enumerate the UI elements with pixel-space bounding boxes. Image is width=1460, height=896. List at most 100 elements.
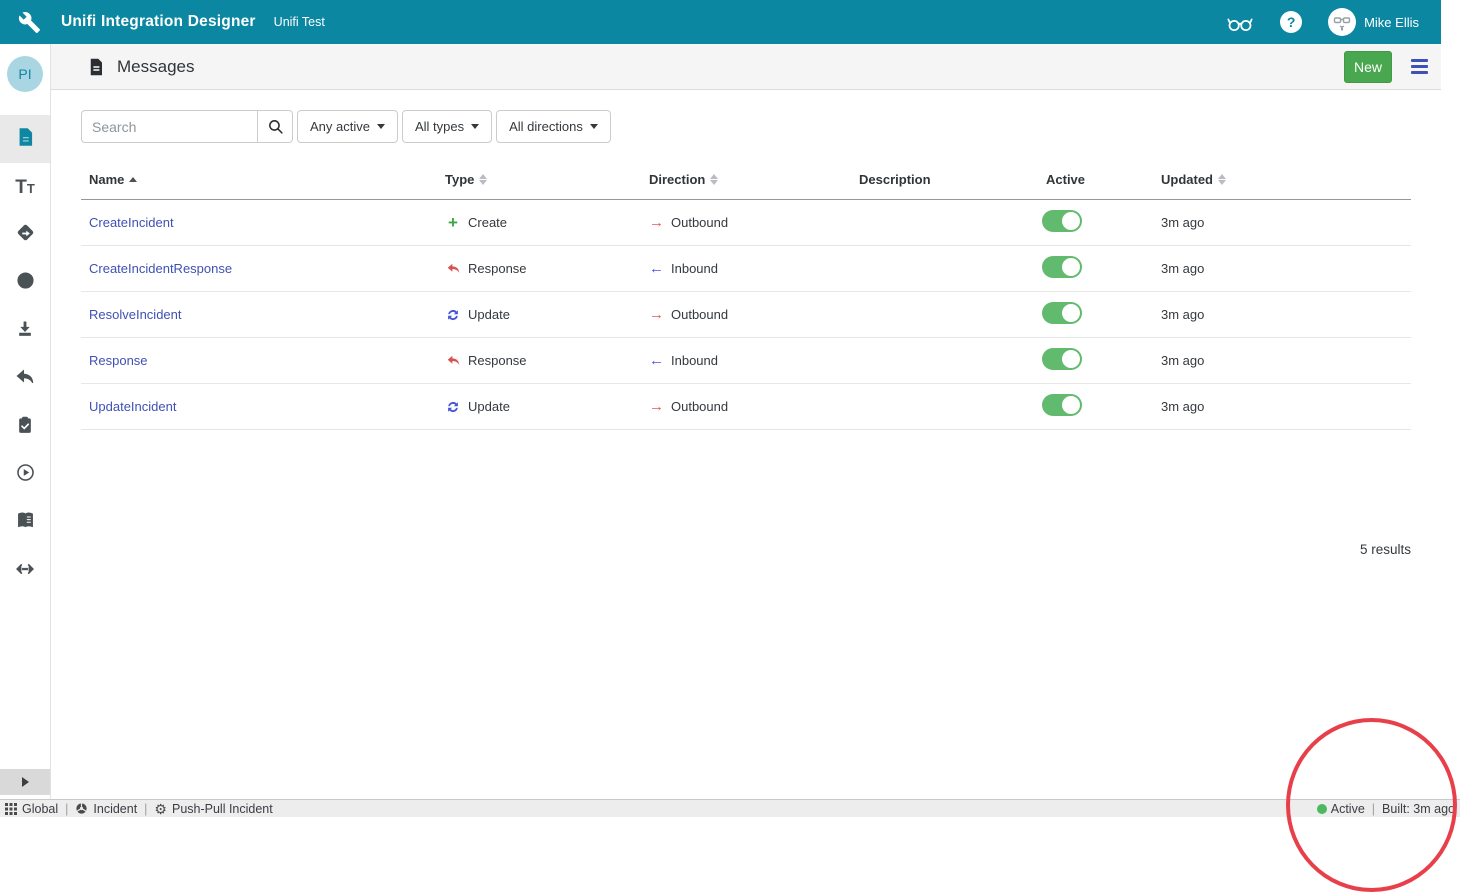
table-row: ResolveIncident + Update → ← Outbound: [81, 292, 1411, 338]
messages-page-icon: [87, 57, 105, 77]
search-input[interactable]: [81, 110, 257, 143]
new-button[interactable]: New: [1344, 51, 1392, 83]
user-avatar[interactable]: [1328, 8, 1356, 36]
active-filter-label: Any active: [310, 119, 370, 134]
separator: |: [65, 802, 68, 816]
sidebar-item-tasks[interactable]: [0, 403, 50, 451]
sidebar-item-history[interactable]: [0, 259, 50, 307]
table-row: CreateIncident + Create → ← Outbound 3: [81, 200, 1411, 246]
sidebar-nav: TT: [0, 115, 50, 595]
sort-icon: [710, 174, 718, 185]
messages-document-icon: [15, 127, 35, 152]
column-header-active: Active: [1042, 172, 1161, 187]
main-content: Any active All types All directions Name…: [51, 90, 1441, 799]
sidebar-item-responses[interactable]: [0, 355, 50, 403]
caret-down-icon: [471, 124, 479, 129]
updated-cell: 3m ago: [1161, 261, 1411, 276]
active-filter-dropdown[interactable]: Any active: [297, 110, 398, 143]
sort-icon: [479, 174, 487, 185]
active-toggle[interactable]: [1042, 210, 1082, 232]
table-row: UpdateIncident + Update → ← Outbound 3: [81, 384, 1411, 430]
message-name-link[interactable]: Response: [89, 353, 148, 368]
column-header-direction[interactable]: Direction: [649, 172, 859, 187]
active-toggle[interactable]: [1042, 394, 1082, 416]
book-icon: [15, 510, 36, 536]
separator: |: [144, 802, 147, 816]
message-name-link[interactable]: UpdateIncident: [89, 399, 176, 414]
direction-label: Inbound: [671, 261, 718, 276]
message-name-link[interactable]: CreateIncidentResponse: [89, 261, 232, 276]
preview-glasses-icon[interactable]: [1226, 10, 1254, 34]
type-filter-dropdown[interactable]: All types: [402, 110, 492, 143]
column-header-type[interactable]: Type: [445, 172, 649, 187]
incident-wheel-icon: [75, 802, 88, 815]
sidebar-expand-button[interactable]: [0, 769, 50, 795]
status-label: Active: [1331, 802, 1365, 816]
menu-hamburger-icon[interactable]: [1411, 55, 1428, 79]
messages-table: Name Type Direction Description Active: [81, 160, 1411, 430]
type-label: Update: [468, 399, 510, 414]
create-plus-icon: +: [445, 214, 461, 231]
separator: |: [1372, 802, 1375, 816]
column-header-description: Description: [859, 172, 1042, 187]
sidebar-item-run[interactable]: [0, 451, 50, 499]
clipboard-check-icon: [15, 415, 35, 440]
updated-cell: 3m ago: [1161, 399, 1411, 414]
direction-filter-dropdown[interactable]: All directions: [496, 110, 611, 143]
caret-down-icon: [590, 124, 598, 129]
statusbar-process[interactable]: Incident: [75, 802, 137, 816]
integration-avatar[interactable]: PI: [7, 56, 43, 92]
integration-name: Unifi Test: [274, 15, 325, 29]
direction-label: Inbound: [671, 353, 718, 368]
expand-arrow-icon: [22, 777, 29, 787]
column-header-name[interactable]: Name: [81, 172, 445, 187]
statusbar-integration[interactable]: ⚙ Push-Pull Incident: [154, 802, 272, 816]
direction-label: Outbound: [671, 307, 728, 322]
column-header-updated[interactable]: Updated: [1161, 172, 1411, 187]
sidebar-item-import[interactable]: [0, 307, 50, 355]
filter-toolbar: Any active All types All directions: [81, 110, 611, 143]
help-icon[interactable]: ?: [1280, 11, 1302, 33]
app-window: Unifi Integration Designer Unifi Test ? …: [0, 0, 1460, 896]
active-toggle[interactable]: [1042, 348, 1082, 370]
active-toggle[interactable]: [1042, 256, 1082, 278]
type-label: Response: [468, 353, 527, 368]
history-clock-icon: [15, 270, 36, 296]
user-name[interactable]: Mike Ellis: [1364, 15, 1419, 30]
message-name-link[interactable]: ResolveIncident: [89, 307, 182, 322]
gear-icon: ⚙: [154, 802, 167, 816]
reply-arrow-icon: [15, 367, 35, 392]
type-label: Update: [468, 307, 510, 322]
page-title: Messages: [117, 57, 194, 77]
built-label: Built: 3m ago: [1382, 802, 1455, 816]
type-label: Create: [468, 215, 507, 230]
outbound-arrow-icon: →: [649, 215, 664, 230]
status-dot-icon: [1317, 804, 1327, 814]
active-toggle[interactable]: [1042, 302, 1082, 324]
type-label: Response: [468, 261, 527, 276]
top-header-bar: Unifi Integration Designer Unifi Test ? …: [0, 0, 1441, 44]
text-fields-icon: TT: [15, 178, 35, 197]
code-brackets-icon: [14, 558, 36, 585]
wrench-logo-icon: [18, 11, 41, 34]
sidebar-item-scenarios[interactable]: [0, 211, 50, 259]
sidebar-item-fields[interactable]: TT: [0, 163, 50, 211]
build-status: Active | Built: 3m ago: [1317, 802, 1455, 816]
help-glyph: ?: [1287, 14, 1296, 30]
message-name-link[interactable]: CreateIncident: [89, 215, 174, 230]
search-button[interactable]: [257, 110, 293, 143]
results-count: 5 results: [1360, 542, 1411, 557]
direction-label: Outbound: [671, 399, 728, 414]
download-icon: [15, 319, 35, 344]
response-reply-icon: [445, 261, 461, 276]
sidebar-item-documentation[interactable]: [0, 499, 50, 547]
integration-label: Push-Pull Incident: [172, 802, 273, 816]
inbound-arrow-icon: ←: [649, 261, 664, 276]
sidebar-item-code[interactable]: [0, 547, 50, 595]
update-refresh-icon: [445, 400, 461, 414]
updated-cell: 3m ago: [1161, 307, 1411, 322]
sidebar-item-messages[interactable]: [0, 115, 50, 163]
statusbar-global[interactable]: Global: [5, 802, 58, 816]
outbound-arrow-icon: →: [649, 307, 664, 322]
sort-icon: [1218, 174, 1226, 185]
